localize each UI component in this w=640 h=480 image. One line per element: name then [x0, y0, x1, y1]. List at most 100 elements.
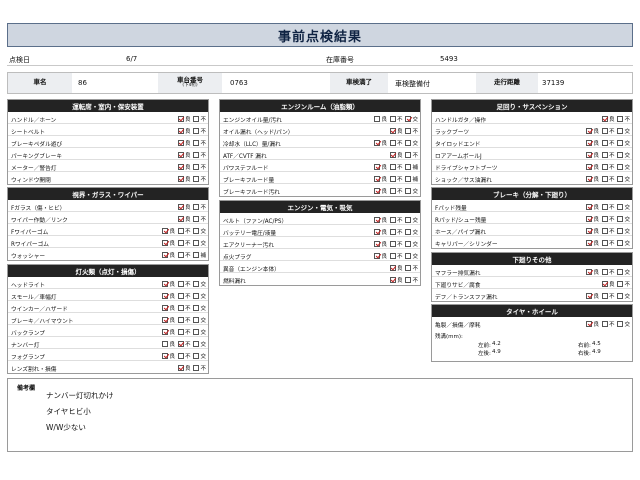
checked-box-icon[interactable] — [177, 151, 184, 158]
checkbox-icon[interactable] — [405, 228, 412, 235]
checked-box-icon[interactable] — [162, 304, 169, 311]
checked-box-icon[interactable] — [586, 268, 593, 275]
checkbox-icon[interactable] — [601, 320, 608, 327]
checkbox-icon[interactable] — [617, 139, 624, 146]
checkbox-icon[interactable] — [601, 127, 608, 134]
checked-box-icon[interactable] — [586, 320, 593, 327]
checked-box-icon[interactable] — [162, 280, 169, 287]
checked-box-icon[interactable] — [586, 151, 593, 158]
checked-box-icon[interactable] — [177, 340, 184, 347]
checkbox-icon[interactable] — [601, 151, 608, 158]
checked-box-icon[interactable] — [586, 203, 593, 210]
checkbox-icon[interactable] — [617, 115, 624, 122]
checkbox-icon[interactable] — [177, 280, 184, 287]
checkbox-icon[interactable] — [193, 340, 200, 347]
checkbox-icon[interactable] — [405, 252, 412, 259]
checkbox-icon[interactable] — [405, 216, 412, 223]
checked-box-icon[interactable] — [374, 240, 381, 247]
checked-box-icon[interactable] — [601, 115, 608, 122]
checked-box-icon[interactable] — [374, 252, 381, 259]
checked-box-icon[interactable] — [601, 280, 608, 287]
checkbox-icon[interactable] — [177, 328, 184, 335]
checked-box-icon[interactable] — [586, 127, 593, 134]
checked-box-icon[interactable] — [374, 228, 381, 235]
checkbox-icon[interactable] — [193, 139, 200, 146]
checked-box-icon[interactable] — [374, 187, 381, 194]
checkbox-icon[interactable] — [177, 292, 184, 299]
checkbox-icon[interactable] — [405, 187, 412, 194]
checkbox-icon[interactable] — [177, 316, 184, 323]
checkbox-icon[interactable] — [601, 239, 608, 246]
checkbox-icon[interactable] — [617, 215, 624, 222]
checkbox-icon[interactable] — [193, 127, 200, 134]
checked-box-icon[interactable] — [586, 163, 593, 170]
checked-box-icon[interactable] — [162, 251, 169, 258]
checkbox-icon[interactable] — [617, 268, 624, 275]
checkbox-icon[interactable] — [389, 228, 396, 235]
checkbox-icon[interactable] — [617, 163, 624, 170]
checkbox-icon[interactable] — [374, 115, 381, 122]
checkbox-icon[interactable] — [601, 292, 608, 299]
checked-box-icon[interactable] — [389, 151, 396, 158]
checkbox-icon[interactable] — [617, 280, 624, 287]
checkbox-icon[interactable] — [193, 215, 200, 222]
checkbox-icon[interactable] — [389, 163, 396, 170]
checkbox-icon[interactable] — [193, 163, 200, 170]
checked-box-icon[interactable] — [177, 203, 184, 210]
checked-box-icon[interactable] — [586, 175, 593, 182]
checked-box-icon[interactable] — [374, 139, 381, 146]
checked-box-icon[interactable] — [162, 239, 169, 246]
checked-box-icon[interactable] — [177, 163, 184, 170]
checked-box-icon[interactable] — [389, 127, 396, 134]
checked-box-icon[interactable] — [162, 227, 169, 234]
checkbox-icon[interactable] — [162, 340, 169, 347]
checkbox-icon[interactable] — [601, 227, 608, 234]
checked-box-icon[interactable] — [177, 215, 184, 222]
checked-box-icon[interactable] — [586, 139, 593, 146]
checkbox-icon[interactable] — [405, 139, 412, 146]
checkbox-icon[interactable] — [177, 352, 184, 359]
checkbox-icon[interactable] — [193, 316, 200, 323]
checkbox-icon[interactable] — [601, 215, 608, 222]
checkbox-icon[interactable] — [617, 151, 624, 158]
checkbox-icon[interactable] — [177, 239, 184, 246]
checkbox-icon[interactable] — [193, 175, 200, 182]
checkbox-icon[interactable] — [405, 175, 412, 182]
checkbox-icon[interactable] — [405, 264, 412, 271]
checkbox-icon[interactable] — [193, 239, 200, 246]
checked-box-icon[interactable] — [177, 115, 184, 122]
checkbox-icon[interactable] — [617, 320, 624, 327]
checkbox-icon[interactable] — [601, 175, 608, 182]
checked-box-icon[interactable] — [177, 364, 184, 371]
checked-box-icon[interactable] — [162, 292, 169, 299]
checked-box-icon[interactable] — [586, 239, 593, 246]
checkbox-icon[interactable] — [601, 268, 608, 275]
checkbox-icon[interactable] — [617, 203, 624, 210]
checkbox-icon[interactable] — [617, 292, 624, 299]
checked-box-icon[interactable] — [162, 316, 169, 323]
checked-box-icon[interactable] — [374, 163, 381, 170]
checked-box-icon[interactable] — [586, 292, 593, 299]
checkbox-icon[interactable] — [193, 280, 200, 287]
checked-box-icon[interactable] — [177, 127, 184, 134]
checkbox-icon[interactable] — [389, 175, 396, 182]
checked-box-icon[interactable] — [177, 139, 184, 146]
checkbox-icon[interactable] — [601, 139, 608, 146]
checkbox-icon[interactable] — [193, 151, 200, 158]
checkbox-icon[interactable] — [177, 304, 184, 311]
checkbox-icon[interactable] — [389, 139, 396, 146]
checkbox-icon[interactable] — [389, 187, 396, 194]
checkbox-icon[interactable] — [193, 227, 200, 234]
checkbox-icon[interactable] — [405, 127, 412, 134]
checkbox-icon[interactable] — [601, 203, 608, 210]
checkbox-icon[interactable] — [193, 115, 200, 122]
checked-box-icon[interactable] — [162, 352, 169, 359]
checkbox-icon[interactable] — [617, 239, 624, 246]
checked-box-icon[interactable] — [389, 276, 396, 283]
checkbox-icon[interactable] — [389, 240, 396, 247]
checkbox-icon[interactable] — [193, 364, 200, 371]
checkbox-icon[interactable] — [193, 292, 200, 299]
checkbox-icon[interactable] — [193, 304, 200, 311]
checkbox-icon[interactable] — [405, 151, 412, 158]
checkbox-icon[interactable] — [405, 163, 412, 170]
